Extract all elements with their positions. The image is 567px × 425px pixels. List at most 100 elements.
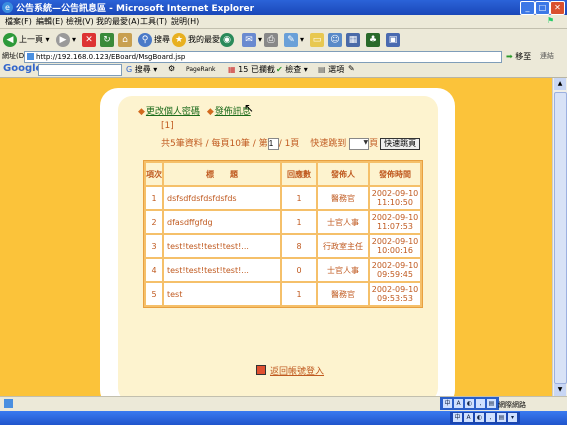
vertical-scrollbar[interactable]: ▲ ▼ (552, 78, 567, 396)
row-replies: 1 (282, 283, 316, 305)
refresh-button[interactable]: ↻ (100, 32, 116, 47)
page-number-input[interactable] (267, 137, 279, 150)
close-button[interactable]: ✕ (550, 1, 565, 15)
row-replies: 8 (282, 235, 316, 257)
home-button[interactable]: ⌂ (118, 32, 134, 47)
jump-label: 快速跳到 (310, 139, 347, 149)
row-author: 士官人事 (318, 211, 368, 233)
character-icon: ♣ (366, 32, 380, 47)
row-author: 醫務官 (318, 283, 368, 305)
google-logo[interactable]: Google (3, 63, 42, 74)
menu-favorites[interactable]: 我的最愛(A) (96, 16, 140, 27)
google-news-icon[interactable]: ⚙ (168, 64, 175, 73)
window-title: 公告系統—公告訊息區 - Microsoft Internet Explorer (16, 4, 255, 14)
google-search-input[interactable] (38, 64, 122, 76)
menu-help[interactable]: 說明(H) (171, 16, 199, 27)
popup-blocker-button[interactable]: ▦ 15 已攔截 (228, 64, 275, 75)
row-title-link[interactable]: dfasdffgfdg (164, 211, 280, 233)
favorites-button[interactable]: ★ 我的最愛 (172, 32, 220, 47)
search-button[interactable]: ⚲ 搜尋 (138, 32, 170, 47)
options-icon: ▤ (318, 65, 326, 74)
jump-page-select[interactable] (349, 137, 370, 150)
summary-suffix: / 1頁 (278, 139, 300, 149)
address-input[interactable]: http://192.168.0.123/EBoard/MsgBoard.jsp (24, 51, 502, 63)
jump-button[interactable]: 快速跳頁 (380, 137, 421, 150)
row-author: 士官人事 (318, 259, 368, 281)
tools-extra-button[interactable]: ▣ (386, 32, 402, 47)
google-search-button[interactable]: G 搜尋 ▾ (126, 64, 157, 75)
ime-letter-icon[interactable]: A (464, 413, 473, 422)
row-title-link[interactable]: dsfsdfdsfdsfdsfds (164, 187, 280, 209)
menu-tools[interactable]: 工具(T) (140, 16, 167, 27)
return-login-link[interactable]: 返回帳號登入 (256, 364, 324, 377)
ime-keyboard-icon[interactable]: ▤ (487, 399, 496, 408)
media-button[interactable]: ◉ (220, 32, 236, 47)
ime-keyboard-icon[interactable]: ▤ (497, 413, 506, 422)
row-replies: 1 (282, 187, 316, 209)
options-button[interactable]: ▤ 選項 (318, 64, 344, 75)
table-row: 2 dfasdffgfdg 1 士官人事 2002-09-10 11:07:53 (146, 211, 420, 233)
ime-width-icon[interactable]: ◐ (465, 399, 474, 408)
mail-icon: ✉ (242, 32, 256, 47)
scroll-down-arrow-icon[interactable]: ▼ (554, 384, 566, 396)
messenger-button[interactable]: ☺ (328, 32, 344, 47)
row-time: 2002-09-10 10:00:16 (370, 235, 420, 257)
top-links: ◆更改個人密碼 ◆發佈訊息 (138, 104, 251, 117)
jump-suffix: 頁 (369, 139, 379, 149)
folder-button[interactable]: ▭ (310, 32, 326, 47)
character-button[interactable]: ♣ (366, 32, 382, 47)
menu-view[interactable]: 檢視(V) (66, 16, 94, 27)
row-no: 2 (146, 211, 162, 233)
menu-file[interactable]: 檔案(F) (5, 16, 32, 27)
status-bar: 中 A ◐, ▤ 網際網路 (0, 396, 567, 412)
row-replies: 1 (282, 211, 316, 233)
check-button[interactable]: ✔ 檢查 ▾ (276, 64, 308, 75)
forward-button[interactable]: ▶ ▾ (56, 32, 76, 47)
ime-toolbar[interactable]: 中 A ◐, ▤ (440, 397, 499, 410)
ime-punct-icon[interactable]: , (476, 399, 485, 408)
taskbar-ime[interactable]: 中 A ◐, ▤ ▾ (450, 412, 520, 424)
row-author: 醫務官 (318, 187, 368, 209)
back-button[interactable]: ◀ 上一頁 ▾ (3, 32, 50, 47)
ime-punct-icon[interactable]: , (486, 413, 495, 422)
row-title-link[interactable]: test (164, 283, 280, 305)
messenger-icon: ☺ (328, 32, 342, 47)
stop-icon: ✕ (82, 32, 96, 47)
scroll-up-arrow-icon[interactable]: ▲ (554, 78, 566, 90)
ime-width-icon[interactable]: ◐ (475, 413, 484, 422)
ime-mode-icon[interactable]: 中 (443, 399, 452, 408)
standard-toolbar: ◀ 上一頁 ▾ ▶ ▾ ✕ ↻ ⌂ ⚲ 搜尋 ★ 我的最愛 ◉ ✉ ▾ ⎙ ✎ ▾ ▭ ☺ … (0, 29, 567, 51)
go-button[interactable]: ➡ 移至 (506, 51, 531, 62)
change-password-link[interactable]: 更改個人密碼 (146, 107, 200, 117)
maximize-button[interactable]: □ (535, 1, 550, 15)
return-icon (256, 365, 266, 375)
research-icon: ▦ (346, 32, 360, 47)
summary-text: 共5筆資料 / 每頁10筆 / 第 (161, 139, 268, 149)
print-button[interactable]: ⎙ (264, 32, 280, 47)
scroll-thumb[interactable] (554, 92, 567, 384)
mouse-cursor-icon: ↖ (244, 101, 255, 115)
research-button[interactable]: ▦ (346, 32, 362, 47)
table-row: 1 dsfsdfdsfdsfdsfds 1 醫務官 2002-09-10 11:1… (146, 187, 420, 209)
window-icon: ▣ (386, 32, 400, 47)
page-indicator[interactable]: [1] (161, 121, 174, 131)
ime-mode-icon[interactable]: 中 (453, 413, 462, 422)
row-title-link[interactable]: test!test!test!test!... (164, 235, 280, 257)
ime-menu-icon[interactable]: ▾ (508, 413, 517, 422)
mail-button[interactable]: ✉ ▾ (242, 32, 262, 47)
highlight-icon[interactable]: ✎ (348, 64, 355, 73)
row-time: 2002-09-10 09:53:53 (370, 283, 420, 305)
popup-blocker-icon: ▦ (228, 65, 236, 74)
header-title: 標 題 (164, 163, 280, 185)
pagination-summary: 共5筆資料 / 每頁10筆 / 第 / 1頁 快速跳到 頁快速跳頁 (161, 136, 421, 150)
window-title-bar: e 公告系統—公告訊息區 - Microsoft Internet Explor… (0, 0, 567, 15)
row-no: 4 (146, 259, 162, 281)
links-button[interactable]: 連結 (540, 51, 554, 61)
row-author: 行政室主任 (318, 235, 368, 257)
ime-letter-icon[interactable]: A (454, 399, 463, 408)
edit-button[interactable]: ✎ ▾ (284, 32, 304, 47)
stop-button[interactable]: ✕ (82, 32, 98, 47)
menu-edit[interactable]: 編輯(E) (36, 16, 63, 27)
minimize-button[interactable]: _ (520, 1, 535, 15)
row-title-link[interactable]: test!test!test!test!... (164, 259, 280, 281)
